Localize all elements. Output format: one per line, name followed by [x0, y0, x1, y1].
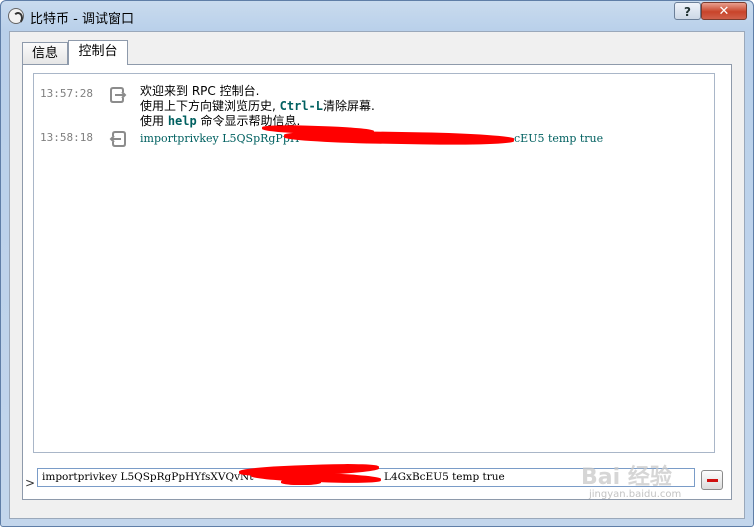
title-bar[interactable]: 比特币 - 调试窗口 ? ✕ — [1, 1, 753, 31]
clear-icon — [707, 479, 718, 482]
console-tab-panel: 13:57:28 欢迎来到 RPC 控制台. 使用上下方向键浏览历史, Ctrl… — [22, 64, 732, 500]
clear-console-button[interactable] — [701, 470, 723, 490]
window-client-area: 信息 控制台 13:57:28 欢迎来到 RPC 控制台. 使用上下方向键浏览历… — [9, 31, 745, 519]
close-button[interactable]: ✕ — [701, 2, 747, 20]
input-text-end: L4GxBcEU5 temp true — [384, 471, 505, 483]
shortcut-key: Ctrl-L — [279, 99, 323, 113]
help-button[interactable]: ? — [674, 2, 701, 20]
message-timestamp: 13:57:28 — [40, 87, 93, 100]
welcome-message: 欢迎来到 RPC 控制台. 使用上下方向键浏览历史, Ctrl-L清除屏幕. 使… — [140, 84, 375, 129]
message-timestamp: 13:58:18 — [40, 131, 93, 144]
tab-console[interactable]: 控制台 — [68, 40, 128, 65]
watermark-url: jingyan.baidu.com — [589, 489, 682, 500]
command-text-end: cEU5 temp true — [514, 132, 604, 145]
input-text-start: importprivkey L5QSpRgPpHYfsXVQvNt — [42, 471, 254, 483]
close-icon: ✕ — [718, 4, 730, 19]
reply-arrow-icon — [110, 87, 127, 103]
help-command: help — [167, 114, 197, 128]
debug-window: 比特币 - 调试窗口 ? ✕ 信息 控制台 13:57:28 欢迎来到 RPC … — [0, 0, 754, 527]
history-hint-line: 使用上下方向键浏览历史, Ctrl-L清除屏幕. — [140, 99, 375, 113]
command-text-start: importprivkey L5QSpRgPpH — [140, 132, 300, 145]
window-title: 比特币 - 调试窗口 — [30, 12, 134, 27]
watermark-brand: Bai 经验 — [581, 465, 672, 490]
welcome-line: 欢迎来到 RPC 控制台. — [140, 84, 260, 98]
bitcoin-app-icon — [8, 8, 24, 24]
tab-info[interactable]: 信息 — [22, 42, 68, 64]
redaction-mark — [281, 479, 321, 485]
console-prompt: > — [25, 476, 36, 490]
console-output[interactable]: 13:57:28 欢迎来到 RPC 控制台. 使用上下方向键浏览历史, Ctrl… — [33, 73, 715, 453]
request-arrow-icon — [109, 131, 126, 147]
redaction-mark — [334, 136, 514, 142]
